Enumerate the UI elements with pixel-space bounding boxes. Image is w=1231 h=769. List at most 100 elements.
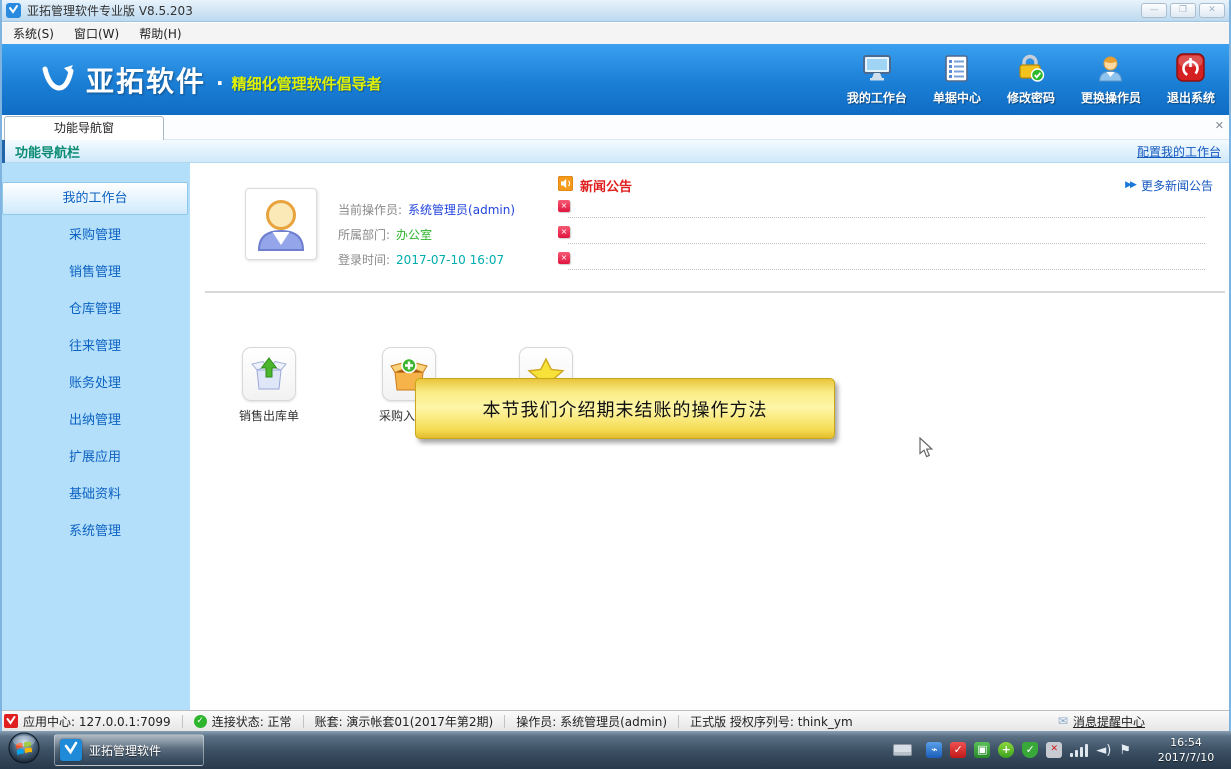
sidebar-item-sales[interactable]: 销售管理 <box>2 256 188 289</box>
action-document-center[interactable]: 单据中心 <box>933 55 981 106</box>
menu-bar: 系统(S) 窗口(W) 帮助(H) <box>0 23 1231 44</box>
restore-button[interactable]: ❐ <box>1170 3 1196 18</box>
news-item[interactable]: × <box>558 221 1213 247</box>
app-center-text: 应用中心: 127.0.0.1:7099 <box>23 713 171 730</box>
sidebar-item-system[interactable]: 系统管理 <box>2 515 188 548</box>
action-switch-operator[interactable]: 更换操作员 <box>1081 55 1141 106</box>
sidebar-item-contacts[interactable]: 往来管理 <box>2 330 188 363</box>
sales-outbound-box-icon <box>250 355 288 393</box>
operator-value: 系统管理员(admin) <box>408 201 515 218</box>
status-separator <box>504 715 505 728</box>
tray-safe-plus-icon[interactable]: + <box>998 742 1014 758</box>
operator-label: 当前操作员: <box>338 201 402 218</box>
sidebar-item-warehouse[interactable]: 仓库管理 <box>2 293 188 326</box>
department-label: 所属部门: <box>338 226 390 243</box>
document-list-icon <box>943 55 970 86</box>
window-title: 亚拓管理软件专业版 V8.5.203 <box>27 2 193 19</box>
tab-strip: 功能导航窗 ✕ <box>0 115 1231 140</box>
network-signal-icon[interactable] <box>1070 743 1088 757</box>
taskbar-item-yatuo[interactable]: 亚拓管理软件 <box>54 734 204 766</box>
person-icon <box>1097 55 1124 86</box>
action-label: 修改密码 <box>1007 89 1055 106</box>
monitor-icon <box>861 55 893 86</box>
action-label: 单据中心 <box>933 89 981 106</box>
app-screen: 亚拓管理软件专业版 V8.5.203 — ❐ ✕ 系统(S) 窗口(W) 帮助(… <box>0 0 1231 769</box>
tab-close-icon[interactable]: ✕ <box>1215 119 1224 132</box>
taskbar-item-label: 亚拓管理软件 <box>89 742 161 759</box>
more-news-link[interactable]: ▶▶ 更多新闻公告 <box>1125 177 1213 194</box>
title-bar: 亚拓管理软件专业版 V8.5.203 — ❐ ✕ <box>0 0 1231 22</box>
tray-shield-icon[interactable]: ✓ <box>1022 742 1038 758</box>
status-separator <box>678 715 679 728</box>
message-center-link[interactable]: ✉ 消息提醒中心 <box>1058 713 1145 730</box>
news-bullet-icon: × <box>558 226 570 238</box>
announcement-speaker-icon <box>558 176 573 195</box>
envelope-icon: ✉ <box>1058 714 1068 728</box>
taskbar-clock[interactable]: 16:54 2017/7/10 <box>1149 735 1223 766</box>
sidebar-item-cashier[interactable]: 出纳管理 <box>2 404 188 437</box>
status-license: 正式版 授权序列号: think_ym <box>690 713 853 730</box>
keyboard-tray-icon[interactable] <box>893 744 912 756</box>
action-exit-system[interactable]: 退出系统 <box>1167 53 1215 106</box>
app-center-logo-icon <box>4 714 18 728</box>
sidebar-item-my-workbench[interactable]: 我的工作台 <box>2 182 188 215</box>
status-operator: 操作员: 系统管理员(admin) <box>516 713 667 730</box>
status-app-center: 应用中心: 127.0.0.1:7099 <box>4 713 171 730</box>
tray-box-icon[interactable]: ▣ <box>974 742 990 758</box>
brand-separator: · <box>216 71 224 95</box>
sidebar-item-purchase[interactable]: 采购管理 <box>2 219 188 252</box>
configure-workbench-link[interactable]: 配置我的工作台 <box>1137 143 1221 160</box>
news-bullet-icon: × <box>558 252 570 264</box>
action-label: 退出系统 <box>1167 89 1215 106</box>
volume-icon[interactable]: ◄) <box>1096 743 1111 758</box>
shortcut-sales-outbound[interactable]: 销售出库单 <box>227 347 311 424</box>
login-time-value: 2017-07-10 16:07 <box>396 253 504 267</box>
avatar-person-icon <box>251 194 311 254</box>
action-center-flag-icon[interactable]: ⚑ <box>1119 743 1131 758</box>
operator-info: 当前操作员: 系统管理员(admin) 所属部门: 办公室 登录时间: 2017… <box>338 197 515 272</box>
minimize-button[interactable]: — <box>1141 3 1167 18</box>
news-item[interactable]: × <box>558 247 1213 273</box>
tray-yatuo-icon[interactable]: ✓ <box>950 742 966 758</box>
sidebar-nav: 我的工作台 采购管理 销售管理 仓库管理 往来管理 账务处理 出纳管理 扩展应用… <box>0 163 190 710</box>
sidebar-item-accounting[interactable]: 账务处理 <box>2 367 188 400</box>
status-account-set: 账套: 演示帐套01(2017年第2期) <box>315 713 494 730</box>
news-item[interactable]: × <box>558 195 1213 221</box>
tray-remove-device-icon[interactable]: ✕ <box>1046 742 1062 758</box>
connection-text: 连接状态: 正常 <box>212 713 292 730</box>
status-connection: ✓ 连接状态: 正常 <box>194 713 292 730</box>
connection-check-icon: ✓ <box>194 715 207 728</box>
body-area: 我的工作台 采购管理 销售管理 仓库管理 往来管理 账务处理 出纳管理 扩展应用… <box>0 163 1231 710</box>
action-label: 更换操作员 <box>1081 89 1141 106</box>
sidebar-item-base-data[interactable]: 基础资料 <box>2 478 188 511</box>
lock-check-icon <box>1015 54 1046 86</box>
header-banner: 亚拓软件 · 精细化管理软件倡导者 我的工作台 <box>0 44 1231 115</box>
start-button[interactable] <box>8 732 40 768</box>
brand-name: 亚拓软件 <box>86 60 206 100</box>
clock-date: 2017/7/10 <box>1149 750 1223 765</box>
window-left-edge <box>0 0 2 731</box>
news-item-underline <box>568 217 1205 218</box>
section-title: 功能导航栏 <box>15 142 80 161</box>
status-separator <box>303 715 304 728</box>
brand-slogan: 精细化管理软件倡导者 <box>232 73 382 94</box>
news-bullet-icon: × <box>558 200 570 212</box>
tray-tool-icon[interactable]: ⌁ <box>926 742 942 758</box>
header-actions: 我的工作台 单据中心 <box>847 53 1231 106</box>
tab-function-navigation[interactable]: 功能导航窗 <box>4 116 164 140</box>
sidebar-item-extensions[interactable]: 扩展应用 <box>2 441 188 474</box>
menu-window[interactable]: 窗口(W) <box>65 23 128 44</box>
menu-system[interactable]: 系统(S) <box>4 23 63 44</box>
news-title: 新闻公告 <box>580 176 632 195</box>
brand: 亚拓软件 · 精细化管理软件倡导者 <box>40 60 382 100</box>
action-my-workbench[interactable]: 我的工作台 <box>847 55 907 106</box>
action-change-password[interactable]: 修改密码 <box>1007 54 1055 106</box>
section-bar: 功能导航栏 配置我的工作台 <box>0 140 1231 163</box>
news-panel: 新闻公告 ▶▶ 更多新闻公告 × × × <box>558 175 1213 273</box>
more-news-label: 更多新闻公告 <box>1141 177 1213 194</box>
close-button[interactable]: ✕ <box>1199 3 1225 18</box>
menu-help[interactable]: 帮助(H) <box>130 23 190 44</box>
news-item-underline <box>568 243 1205 244</box>
power-icon <box>1176 53 1205 86</box>
brand-logo-icon <box>40 62 76 98</box>
